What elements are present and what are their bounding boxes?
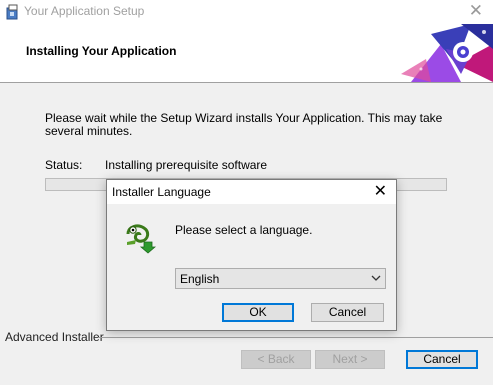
language-select[interactable]: English	[175, 268, 386, 289]
banner-graphic-icon	[401, 24, 493, 82]
next-button[interactable]: Next >	[315, 350, 385, 369]
status-label: Status:	[45, 158, 83, 172]
close-icon[interactable]: ✕	[374, 182, 387, 202]
ok-button[interactable]: OK	[222, 303, 294, 322]
close-icon[interactable]: ✕	[469, 1, 483, 21]
dialog-prompt: Please select a language.	[175, 223, 313, 237]
dialog-titlebar: Installer Language ✕	[107, 180, 396, 204]
chevron-down-icon	[371, 275, 381, 281]
window-title: Your Application Setup	[24, 4, 145, 18]
footer-divider	[98, 337, 493, 338]
dialog-cancel-button[interactable]: Cancel	[311, 303, 384, 322]
header-banner: Installing Your Application	[0, 24, 493, 82]
footer-brand: Advanced Installer	[5, 330, 104, 344]
installer-app-icon	[6, 4, 18, 20]
description-text: Please wait while the Setup Wizard insta…	[45, 111, 443, 138]
language-dialog: Installer Language ✕ Please select a lan…	[106, 179, 397, 331]
page-title: Installing Your Application	[26, 44, 177, 58]
window-titlebar: Your Application Setup ✕	[0, 0, 493, 24]
installer-chameleon-icon	[126, 224, 156, 254]
language-select-value: English	[180, 272, 220, 286]
back-button[interactable]: < Back	[241, 350, 311, 369]
status-value: Installing prerequisite software	[105, 158, 268, 172]
cancel-button[interactable]: Cancel	[406, 350, 478, 369]
dialog-title: Installer Language	[112, 185, 211, 199]
